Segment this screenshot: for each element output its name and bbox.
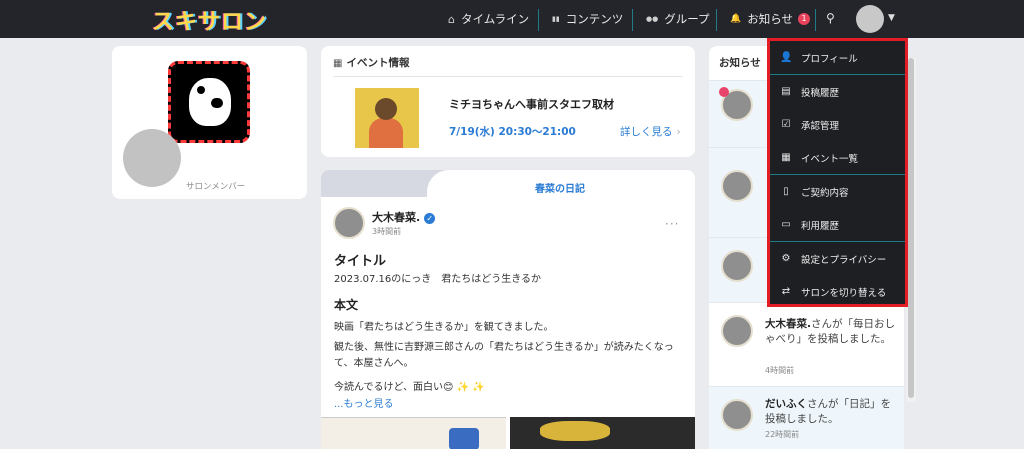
- notification-avatar: [721, 315, 753, 347]
- divider: [333, 76, 683, 77]
- notification-text: 大木春菜.さんが「毎日おしゃべり」を投稿しました。: [765, 318, 895, 345]
- book-icon: ▮▮: [552, 15, 560, 23]
- nav-divider: [716, 9, 717, 31]
- diary-tabbar: 春菜の日記: [321, 170, 695, 197]
- notifications-heading: お知らせ: [719, 57, 761, 69]
- nav-contents[interactable]: ▮▮ コンテンツ: [552, 0, 623, 38]
- nav-timeline[interactable]: ⌂ タイムライン: [448, 0, 529, 38]
- post-image[interactable]: [321, 417, 506, 449]
- unread-dot: [719, 87, 729, 97]
- post-author-avatar[interactable]: [333, 207, 365, 239]
- tab-diary-label[interactable]: 春菜の日記: [535, 180, 585, 195]
- nav-divider: [632, 9, 633, 31]
- diary-card: 春菜の日記 大木春菜. ✓ 3時間前 ··· タイトル 2023.07.16のにっ…: [321, 170, 695, 449]
- menu-item-post-history[interactable]: ▤ 投稿履歴: [770, 75, 905, 108]
- nav-timeline-label: タイムライン: [460, 12, 530, 26]
- post-paragraph: 映画「君たちはどう生きるか」を観てきました。: [334, 322, 554, 333]
- nav-notifications-label: お知らせ: [747, 12, 793, 26]
- nav-notifications[interactable]: 🔔 お知らせ 1: [730, 0, 810, 38]
- event-date: 7/19(水) 20:30〜21:00: [449, 126, 576, 138]
- menu-item-switch-salon[interactable]: ⇄ サロンを切り替える: [770, 275, 905, 308]
- notification-item[interactable]: 大木春菜.さんが「毎日おしゃべり」を投稿しました。 4時間前: [709, 302, 904, 386]
- menu-item-contract[interactable]: ▯ ご契約内容: [770, 175, 905, 208]
- list-icon: ▤: [781, 86, 791, 97]
- user-avatar-button[interactable]: [856, 5, 884, 33]
- user-icon: 👤: [780, 52, 793, 63]
- bell-icon: 🔔: [730, 14, 742, 24]
- post-subtitle: 2023.07.16のにっき 君たちはどう生きるか: [334, 274, 542, 285]
- gear-icon: ⚙: [781, 253, 791, 264]
- top-navbar: スキサロン ⌂ タイムライン ▮▮ コンテンツ ●● グループ 🔔 お知らせ 1…: [0, 0, 1024, 38]
- notification-item[interactable]: だいふくさんが「日記」を投稿しました。 22時間前: [709, 386, 904, 449]
- profile-card: サロンメンバー: [112, 46, 307, 199]
- event-card: ▦ イベント情報 ミチヨちゃんへ事前スタエフ取材 7/19(水) 20:30〜21…: [321, 46, 695, 157]
- notification-avatar: [721, 399, 753, 431]
- users-icon: ●●: [646, 15, 659, 23]
- menu-item-events[interactable]: ▦ イベント一覧: [770, 141, 905, 174]
- verified-icon: ✓: [424, 212, 436, 224]
- app-logo[interactable]: スキサロン: [152, 4, 267, 36]
- profile-avatar[interactable]: [123, 129, 181, 187]
- post-timestamp: 3時間前: [372, 227, 402, 236]
- swap-icon: ⇄: [781, 286, 791, 297]
- event-details-link[interactable]: 詳しく見る ›: [620, 124, 681, 139]
- notification-avatar: [721, 250, 753, 282]
- notification-time: 4時間前: [765, 366, 795, 375]
- notification-time: 22時間前: [765, 430, 800, 439]
- post-author-name[interactable]: 大木春菜. ✓: [372, 209, 436, 225]
- chevron-right-icon: ›: [676, 126, 681, 138]
- notification-avatar: [721, 170, 753, 202]
- menu-item-settings[interactable]: ⚙ 設定とプライバシー: [770, 242, 905, 275]
- credit-card-icon: ▭: [781, 219, 791, 230]
- post-paragraph: 今読んでるけど、面白い😊 ✨ ✨: [334, 382, 485, 393]
- calendar-icon: ▦: [781, 152, 791, 163]
- menu-item-profile[interactable]: 👤 プロフィール: [770, 41, 905, 74]
- calendar-icon: ▦: [333, 58, 343, 69]
- menu-item-approval[interactable]: ☑ 承認管理: [770, 108, 905, 141]
- home-icon: ⌂: [448, 12, 455, 26]
- member-role-label: サロンメンバー: [186, 182, 246, 192]
- post-image[interactable]: [510, 417, 695, 449]
- nav-groups[interactable]: ●● グループ: [646, 0, 710, 38]
- clipboard-icon: ▯: [783, 186, 789, 197]
- chevron-down-icon[interactable]: ▼: [888, 13, 895, 23]
- event-thumbnail[interactable]: [355, 88, 419, 148]
- notification-text: だいふくさんが「日記」を投稿しました。: [765, 398, 891, 425]
- nav-contents-label: コンテンツ: [565, 12, 624, 26]
- menu-item-usage-history[interactable]: ▭ 利用履歴: [770, 208, 905, 241]
- nav-divider: [538, 9, 539, 31]
- nav-divider: [815, 9, 816, 31]
- post-body-heading: 本文: [334, 298, 359, 312]
- post-paragraph: 観た後、無性に吉野源三郎さんの「君たちはどう生きるか」が読みたくなって、本屋さん…: [334, 342, 674, 369]
- nav-groups-label: グループ: [664, 12, 710, 26]
- more-options-icon[interactable]: ···: [665, 217, 679, 231]
- notification-badge: 1: [798, 13, 810, 25]
- checkbox-icon: ☑: [781, 119, 791, 130]
- salon-cover-image: [168, 61, 250, 143]
- event-section-title: ▦ イベント情報: [333, 57, 410, 69]
- post-title: タイトル: [334, 254, 387, 269]
- event-name[interactable]: ミチヨちゃんへ事前スタエフ取材: [449, 96, 614, 112]
- search-icon[interactable]: ⚲: [826, 11, 840, 25]
- user-dropdown-menu: 👤 プロフィール ▤ 投稿履歴 ☑ 承認管理 ▦ イベント一覧 ▯ ご契約内容 …: [767, 38, 908, 307]
- read-more-link[interactable]: ...もっと見る: [334, 395, 394, 410]
